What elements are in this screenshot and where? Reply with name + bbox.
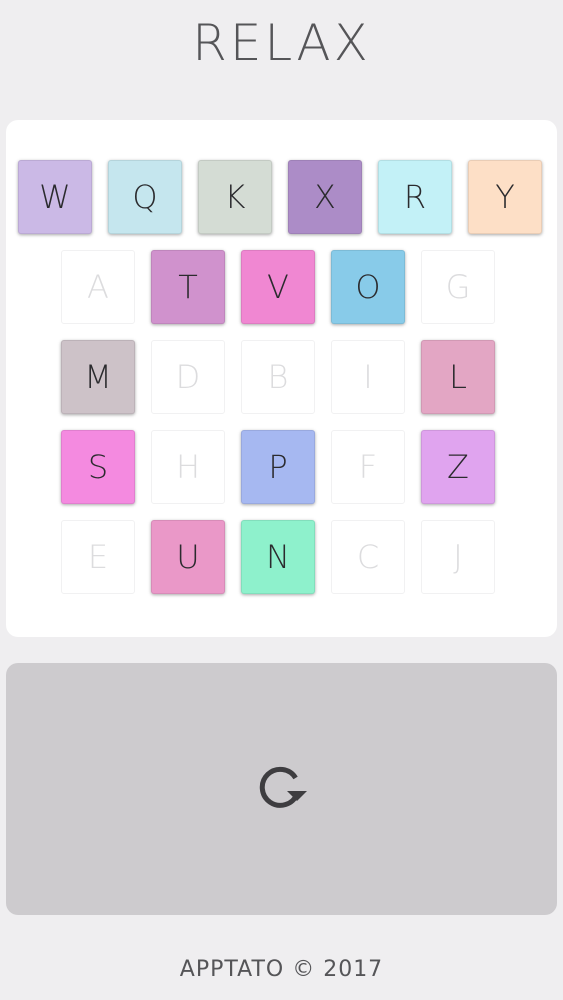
letter-tile[interactable]: Z (421, 430, 495, 504)
letter-tile[interactable]: X (288, 160, 362, 234)
letter-tile[interactable]: O (331, 250, 405, 324)
letter-slot[interactable]: D (151, 340, 225, 414)
game-title: RELAX (192, 14, 371, 72)
letter-tile[interactable]: K (198, 160, 272, 234)
letter-slot[interactable]: A (61, 250, 135, 324)
letter-tile[interactable]: S (61, 430, 135, 504)
letter-tile[interactable]: T (151, 250, 225, 324)
board-row-4: S H P F Z (61, 430, 501, 506)
letter-slot[interactable]: J (421, 520, 495, 594)
board-row-3: M D B I L (61, 340, 501, 416)
letter-tile[interactable]: W (18, 160, 92, 234)
letter-slot[interactable]: F (331, 430, 405, 504)
board-row-2: A T V O G (61, 250, 501, 326)
letter-tile[interactable]: R (378, 160, 452, 234)
letter-slot[interactable]: I (331, 340, 405, 414)
letter-tile[interactable]: V (241, 250, 315, 324)
copyright-footer: APPTATO © 2017 (179, 957, 384, 982)
letter-slot[interactable]: G (421, 250, 495, 324)
letter-tile[interactable]: N (241, 520, 315, 594)
letter-slot[interactable]: H (151, 430, 225, 504)
letter-slot[interactable]: C (331, 520, 405, 594)
letter-board: W Q K X R Y A T V O G M D B I L S H P F … (6, 120, 557, 637)
letter-tile[interactable]: U (151, 520, 225, 594)
letter-tile[interactable]: L (421, 340, 495, 414)
refresh-icon[interactable] (252, 766, 308, 814)
board-row-5: E U N C J (61, 520, 501, 596)
letter-tile[interactable]: Y (468, 160, 542, 234)
letter-tile[interactable]: Q (108, 160, 182, 234)
letter-slot[interactable]: B (241, 340, 315, 414)
board-row-1: W Q K X R Y (18, 160, 548, 236)
letter-tile[interactable]: P (241, 430, 315, 504)
letter-slot[interactable]: E (61, 520, 135, 594)
letter-tile[interactable]: M (61, 340, 135, 414)
